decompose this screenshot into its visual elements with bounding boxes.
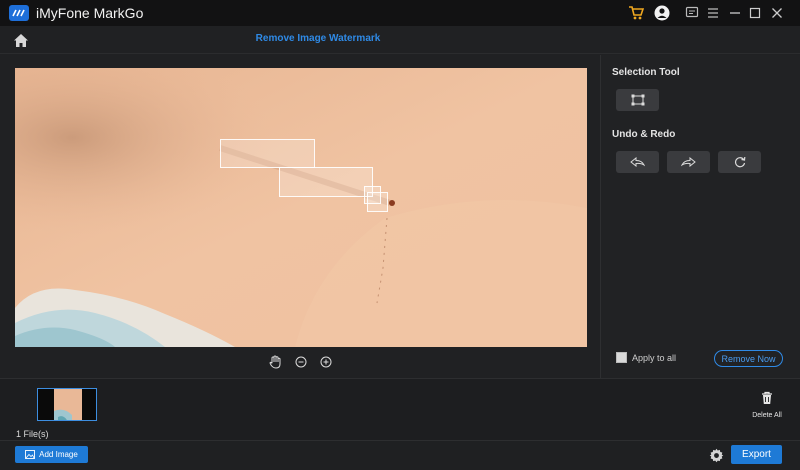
add-image-button[interactable]: Add Image (15, 446, 88, 463)
zoom-in-icon[interactable] (318, 354, 333, 369)
maximize-icon[interactable] (745, 3, 765, 23)
reset-icon (734, 156, 745, 168)
header-bar: Remove Image Watermark (0, 26, 800, 54)
watermark-selection-1[interactable] (220, 139, 315, 168)
remove-now-button[interactable]: Remove Now (714, 350, 783, 367)
gear-icon[interactable] (707, 446, 725, 464)
file-thumbnail[interactable] (37, 388, 97, 421)
export-button[interactable]: Export (731, 445, 782, 464)
close-icon[interactable] (767, 3, 787, 23)
delete-all-button[interactable]: Delete All (747, 391, 787, 419)
menu-icon[interactable] (703, 3, 723, 23)
image-canvas[interactable] (15, 68, 587, 347)
rectangle-select-icon (631, 94, 644, 106)
apply-to-all-checkbox[interactable] (616, 352, 627, 363)
thumbnail-image (38, 389, 96, 420)
minimize-icon[interactable] (725, 3, 745, 23)
app-logo-icon (9, 5, 29, 21)
bottom-bar: Add Image Export (0, 440, 800, 470)
hand-icon[interactable] (268, 354, 283, 369)
trash-icon (762, 391, 772, 404)
zoom-toolbar (268, 354, 333, 369)
redo-button[interactable] (667, 151, 710, 173)
undo-redo-heading: Undo & Redo (612, 129, 676, 140)
app-window: iMyFone MarkGo Remove Image Watermark Se… (0, 0, 800, 470)
undo-button[interactable] (616, 151, 659, 173)
image-icon (25, 450, 36, 459)
redo-icon (681, 157, 696, 167)
file-strip: 1 File(s) Delete All (0, 378, 800, 440)
rectangle-select-button[interactable] (616, 89, 659, 111)
editor-area (0, 55, 600, 378)
page-title: Remove Image Watermark (255, 33, 381, 44)
undo-icon (630, 157, 645, 167)
cart-icon[interactable] (626, 3, 646, 23)
user-icon[interactable] (652, 3, 672, 23)
add-image-label: Add Image (39, 450, 78, 459)
delete-all-label: Delete All (752, 412, 782, 419)
watermark-selection-2[interactable] (279, 167, 373, 197)
beach-photo (15, 68, 587, 347)
apply-to-all-label: Apply to all (632, 352, 677, 363)
app-title: iMyFone MarkGo (36, 5, 144, 21)
zoom-out-icon[interactable] (293, 354, 308, 369)
apply-to-all-option[interactable]: Apply to all (616, 352, 676, 363)
title-bar: iMyFone MarkGo (0, 0, 800, 26)
reset-button[interactable] (718, 151, 761, 173)
file-count: 1 File(s) (16, 429, 49, 439)
tool-panel: Selection Tool Undo & Redo Apply to all … (600, 55, 800, 378)
feedback-icon[interactable] (682, 3, 702, 23)
selection-tool-heading: Selection Tool (612, 67, 680, 78)
watermark-selection-4[interactable] (367, 192, 388, 212)
